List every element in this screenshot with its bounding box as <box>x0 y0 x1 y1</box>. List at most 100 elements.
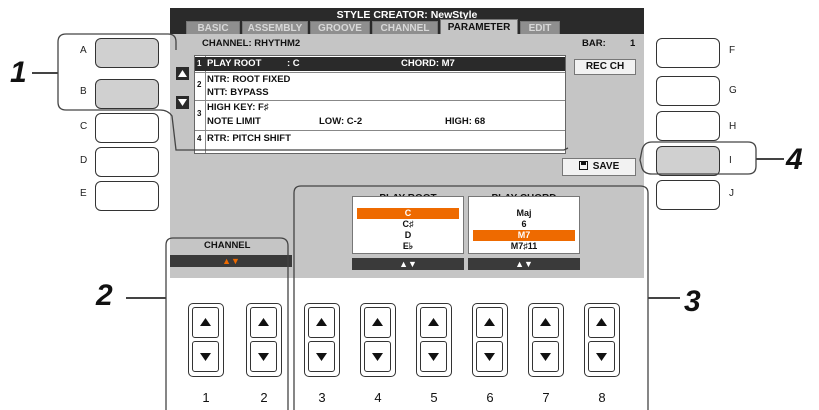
button-h[interactable] <box>656 111 720 141</box>
channel-section-label: CHANNEL <box>204 240 251 251</box>
callout-2: 2 <box>96 279 113 312</box>
lcd-screen: STYLE CREATOR: NewStyle BASIC ASSEMBLY G… <box>170 8 644 278</box>
scroll-down-icon[interactable] <box>176 96 189 109</box>
up-arrow-icon[interactable] <box>476 307 503 338</box>
updown-button-8[interactable] <box>584 303 620 377</box>
up-arrow-icon[interactable] <box>532 307 559 338</box>
scroll-up-icon[interactable] <box>176 67 189 80</box>
tab-basic[interactable]: BASIC <box>186 21 240 34</box>
button-6-label: 6 <box>486 390 494 405</box>
play-chord-option[interactable]: M7♯11 <box>473 241 575 252</box>
callout-1-line <box>32 72 58 74</box>
play-root-option[interactable]: D <box>357 230 459 241</box>
row-separator <box>195 100 565 101</box>
row-separator <box>195 130 565 131</box>
row-low: LOW: C-2 <box>319 116 363 127</box>
button-d[interactable] <box>95 147 159 177</box>
row-high: HIGH: 68 <box>445 116 486 127</box>
down-arrow-icon[interactable] <box>588 341 615 372</box>
tab-parameter[interactable]: PARAMETER <box>440 19 518 34</box>
updown-button-2[interactable] <box>246 303 282 377</box>
up-arrow-icon[interactable] <box>308 307 335 338</box>
play-chord-picker[interactable]: Maj 6 M7 M7♯11 <box>468 196 580 254</box>
down-arrow-icon[interactable] <box>192 341 219 372</box>
row-number: 4 <box>197 134 202 143</box>
button-i[interactable] <box>656 146 720 176</box>
play-root-updown-bar[interactable]: ▲▼ <box>352 258 464 270</box>
updown-button-5[interactable] <box>416 303 452 377</box>
tab-channel[interactable]: CHANNEL <box>372 21 438 34</box>
down-arrow-icon[interactable] <box>308 341 335 372</box>
play-chord-option[interactable]: M7 <box>473 230 575 241</box>
button-a[interactable] <box>95 38 159 68</box>
button-e-label: E <box>80 188 87 199</box>
up-arrow-icon[interactable] <box>192 307 219 338</box>
up-arrow-icon[interactable] <box>588 307 615 338</box>
row-text: NOTE LIMIT <box>207 116 261 127</box>
play-chord-option[interactable]: Maj <box>473 208 575 219</box>
button-e[interactable] <box>95 181 159 211</box>
updown-button-4[interactable] <box>360 303 396 377</box>
down-arrow-icon[interactable] <box>420 341 447 372</box>
parameter-list: 1 PLAY ROOT : C CHORD: M7 2 NTR: ROOT FI… <box>194 55 566 154</box>
updown-button-7[interactable] <box>528 303 564 377</box>
list-item[interactable]: 4 RTR: PITCH SHIFT <box>195 133 565 145</box>
up-arrow-icon[interactable] <box>364 307 391 338</box>
button-a-label: A <box>80 45 87 56</box>
tab-assembly[interactable]: ASSEMBLY <box>242 21 308 34</box>
button-2-label: 2 <box>260 390 268 405</box>
button-b[interactable] <box>95 79 159 109</box>
tab-edit[interactable]: EDIT <box>520 21 560 34</box>
list-item[interactable]: NOTE LIMIT LOW: C-2 HIGH: 68 <box>195 116 565 128</box>
button-j[interactable] <box>656 180 720 210</box>
row-text: HIGH KEY: F♯ <box>207 102 269 113</box>
play-root-picker[interactable]: C C♯ D E♭ <box>352 196 464 254</box>
play-chord-option[interactable]: 6 <box>473 219 575 230</box>
play-chord-updown-bar[interactable]: ▲▼ <box>468 258 580 270</box>
up-arrow-icon[interactable] <box>420 307 447 338</box>
callout-2-line <box>126 297 166 299</box>
button-h-label: H <box>729 121 737 132</box>
list-item[interactable]: 3 HIGH KEY: F♯ <box>195 102 565 118</box>
button-4-label: 4 <box>374 390 382 405</box>
button-g[interactable] <box>656 76 720 106</box>
row-number: 1 <box>197 59 202 68</box>
updown-button-6[interactable] <box>472 303 508 377</box>
list-item[interactable]: 2 NTR: ROOT FIXED <box>195 74 565 89</box>
down-arrow-icon[interactable] <box>250 341 277 372</box>
play-root-option[interactable]: E♭ <box>357 241 459 252</box>
button-d-label: D <box>80 155 88 166</box>
row-separator <box>195 72 565 73</box>
save-icon <box>578 161 588 170</box>
button-7-label: 7 <box>542 390 550 405</box>
button-f[interactable] <box>656 38 720 68</box>
callout-3-line <box>648 297 680 299</box>
channel-updown-bar[interactable]: ▲▼ <box>170 255 292 267</box>
save-button[interactable]: SAVE <box>562 158 636 176</box>
button-3-label: 3 <box>318 390 326 405</box>
button-8-label: 8 <box>598 390 606 405</box>
row-extra: CHORD: M7 <box>401 58 455 69</box>
down-arrow-icon[interactable] <box>532 341 559 372</box>
button-c[interactable] <box>95 113 159 143</box>
updown-button-3[interactable] <box>304 303 340 377</box>
play-root-option[interactable]: C♯ <box>357 219 459 230</box>
updown-button-1[interactable] <box>188 303 224 377</box>
play-root-option[interactable]: C <box>357 208 459 219</box>
list-item[interactable]: NTT: BYPASS <box>195 87 565 99</box>
down-arrow-icon[interactable] <box>364 341 391 372</box>
row-text: NTT: BYPASS <box>207 87 269 98</box>
up-arrow-icon[interactable] <box>250 307 277 338</box>
tab-groove[interactable]: GROOVE <box>310 21 370 34</box>
callout-4-line <box>756 158 784 160</box>
screen-title: STYLE CREATOR: NewStyle <box>336 9 478 21</box>
list-item[interactable]: 1 PLAY ROOT : C CHORD: M7 <box>195 57 565 71</box>
row-text: PLAY ROOT <box>207 58 262 69</box>
button-g-label: G <box>729 85 737 96</box>
button-5-label: 5 <box>430 390 438 405</box>
rec-ch-button[interactable]: REC CH <box>574 59 636 75</box>
button-i-label: I <box>729 155 732 166</box>
button-f-label: F <box>729 45 736 56</box>
down-arrow-icon[interactable] <box>476 341 503 372</box>
row-value: : C <box>287 58 300 69</box>
